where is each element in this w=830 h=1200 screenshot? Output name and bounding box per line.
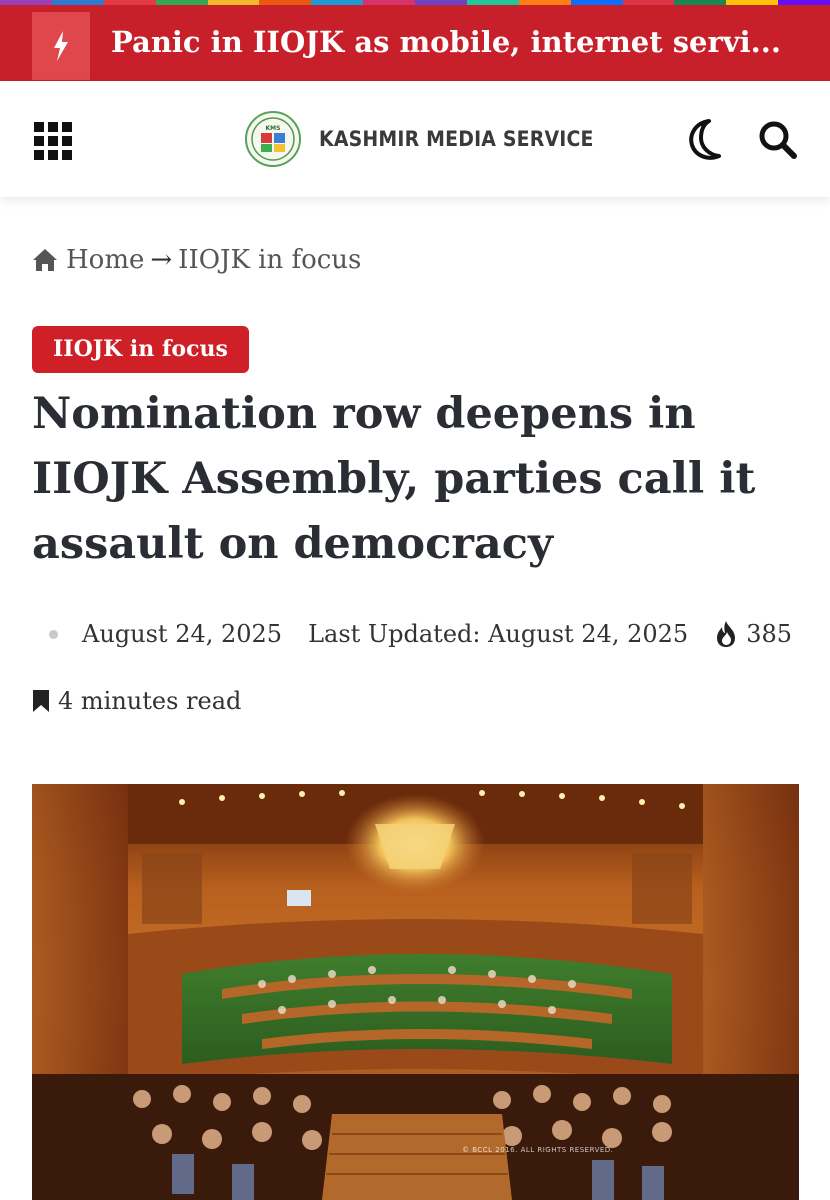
search-icon[interactable] [757, 119, 799, 161]
category-badge[interactable]: IIOJK in focus [32, 326, 249, 373]
read-time-label: 4 minutes read [58, 687, 242, 715]
meta-dot [49, 629, 58, 639]
lightning-icon [32, 12, 90, 80]
article-title: Nomination row deepens in IIOJK Assembly… [32, 389, 756, 569]
assembly-hall-photo [32, 784, 799, 1200]
breadcrumb: Home → IIOJK in focus [32, 243, 361, 277]
read-time: 4 minutes read [32, 684, 241, 718]
moon-icon[interactable] [683, 117, 725, 163]
breadcrumb-current[interactable]: IIOJK in focus [178, 245, 361, 275]
publish-date: August 24, 2025 [82, 620, 283, 648]
logo-emblem: KMS [245, 111, 301, 167]
breadcrumb-separator: → [150, 245, 173, 275]
last-updated: Last Updated: August 24, 2025 [308, 620, 689, 648]
bookmark-icon [32, 689, 58, 713]
breaking-news-ticker[interactable]: Panic in IIOJK as mobile, internet servi… [0, 5, 830, 81]
site-logo[interactable]: KMS KASHMIR MEDIA SERVICE [245, 111, 624, 167]
svg-text:KMS: KMS [266, 125, 281, 132]
grid-menu-icon[interactable] [34, 122, 72, 160]
views-count: 385 [746, 620, 792, 648]
fire-icon [714, 620, 746, 648]
ticker-headline[interactable]: Panic in IIOJK as mobile, internet servi… [111, 23, 811, 61]
image-watermark: © BCCL 2016. ALL RIGHTS RESERVED. [462, 1146, 614, 1154]
views-count-wrap: 385 [714, 620, 792, 648]
breadcrumb-home-link[interactable]: Home [66, 245, 144, 275]
home-icon[interactable] [32, 248, 58, 272]
article-meta: August 24, 2025 Last Updated: August 24,… [32, 614, 792, 654]
article-featured-image[interactable]: © BCCL 2016. ALL RIGHTS RESERVED. [32, 784, 799, 1200]
site-name: KASHMIR MEDIA SERVICE [319, 127, 594, 151]
site-header: KMS KASHMIR MEDIA SERVICE [0, 81, 830, 197]
